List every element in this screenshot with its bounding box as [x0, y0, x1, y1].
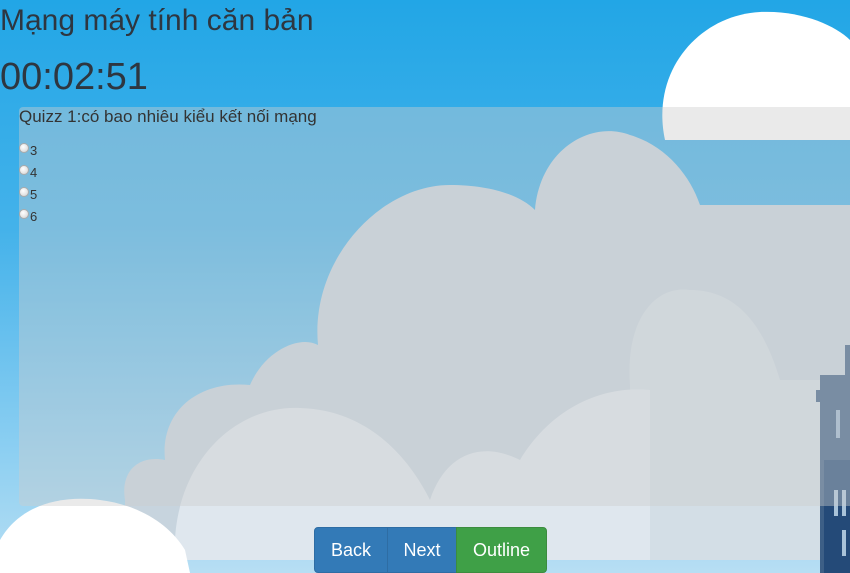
- navigation-buttons: Back Next Outline: [314, 527, 547, 573]
- question-text: Quizz 1:có bao nhiêu kiểu kết nối mạng: [19, 107, 317, 126]
- radio-button[interactable]: [19, 187, 29, 197]
- answer-option[interactable]: 3: [19, 139, 37, 161]
- radio-button[interactable]: [19, 209, 29, 219]
- radio-button[interactable]: [19, 165, 29, 175]
- course-title: Mạng máy tính căn bản: [0, 4, 314, 37]
- next-button[interactable]: Next: [387, 527, 457, 573]
- answer-option[interactable]: 6: [19, 205, 37, 227]
- answer-label: 3: [30, 142, 38, 158]
- answer-label: 5: [30, 186, 38, 202]
- quiz-panel: Quizz 1:có bao nhiêu kiểu kết nối mạng 3…: [19, 107, 850, 506]
- answer-option[interactable]: 5: [19, 183, 37, 205]
- answer-option[interactable]: 4: [19, 161, 37, 183]
- radio-button[interactable]: [19, 143, 29, 153]
- outline-button[interactable]: Outline: [456, 527, 547, 573]
- back-button[interactable]: Back: [314, 527, 388, 573]
- answer-label: 6: [30, 208, 38, 224]
- countdown-timer: 00:02:51: [0, 56, 148, 98]
- answer-options: 3 4 5 6: [19, 139, 37, 227]
- answer-label: 4: [30, 164, 38, 180]
